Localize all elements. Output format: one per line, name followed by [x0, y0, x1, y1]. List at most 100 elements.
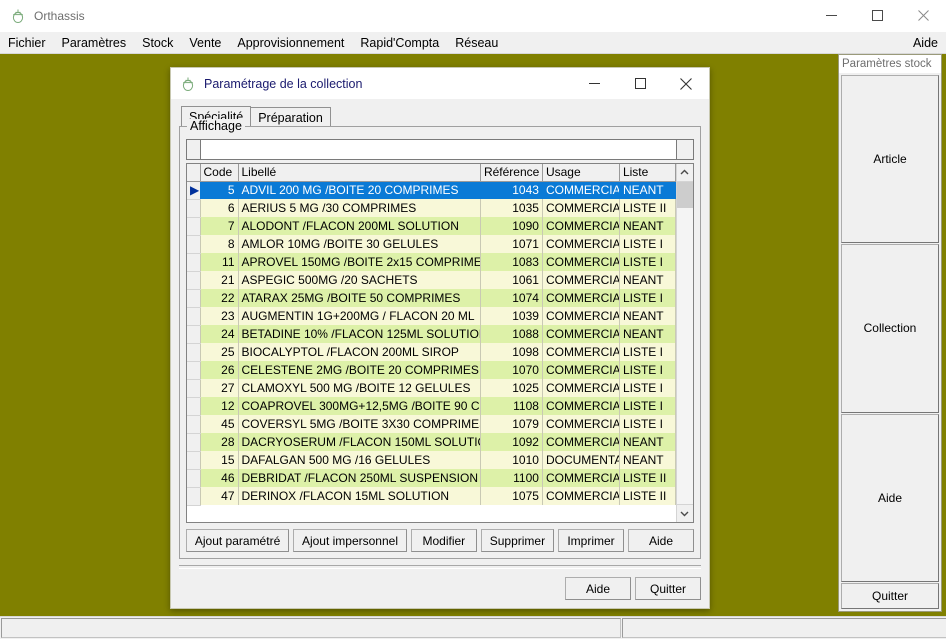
cell-usage: DOCUMENTAIRE: [542, 451, 620, 469]
side-button-quitter[interactable]: Quitter: [841, 582, 939, 609]
cell-reference: 1098: [480, 343, 543, 361]
cell-usage: COMMERCIAL: [542, 217, 620, 235]
filter-input[interactable]: [200, 139, 677, 160]
cell-marker: [187, 325, 201, 344]
main-titlebar: Orthassis: [0, 0, 946, 32]
cell-code: 27: [200, 379, 239, 397]
footer-quitter-button[interactable]: Quitter: [635, 577, 701, 600]
menu-item-stock[interactable]: Stock: [134, 34, 181, 52]
column-header-code[interactable]: Code: [200, 164, 239, 182]
grid-wrapper: Code Libellé Référence Usage Liste ▶ 5 ADV…: [186, 163, 694, 523]
menu-item-rapid-compta[interactable]: Rapid'Compta: [352, 34, 447, 52]
cell-libelle: CLAMOXYL 500 MG /BOITE 12 GELULES: [238, 379, 481, 397]
cell-marker: [187, 253, 201, 272]
table-row[interactable]: 8 AMLOR 10MG /BOITE 30 GELULES 1071 COMMERC…: [187, 235, 676, 254]
cell-code: 12: [200, 397, 239, 415]
table-row[interactable]: ▶ 5 ADVIL 200 MG /BOITE 20 COMPRIMES 1043 CO…: [187, 181, 676, 200]
cell-liste: LISTE I: [619, 253, 676, 271]
cell-libelle: ALODONT /FLACON 200ML SOLUTION: [238, 217, 481, 235]
ajout-impersonnel-button[interactable]: Ajout impersonnel: [293, 529, 407, 552]
action-button-row: Ajout paramétré Ajout impersonnel Modifi…: [186, 529, 694, 552]
table-row[interactable]: 11 APROVEL 150MG /BOITE 2x15 COMPRIMES 108…: [187, 253, 676, 272]
table-row[interactable]: 28 DACRYOSERUM /FLACON 150ML SOLUTION 1092…: [187, 433, 676, 452]
cell-liste: NEANT: [619, 271, 676, 289]
table-row[interactable]: 12COAPROVEL 300MG+12,5MG /BOITE 90 COMPR…: [187, 397, 676, 416]
imprimer-button[interactable]: Imprimer: [558, 529, 624, 552]
menubar: Fichier Paramètres Stock Vente Approvisi…: [0, 32, 946, 54]
cell-liste: NEANT: [619, 181, 676, 199]
scrollbar-track[interactable]: [676, 182, 693, 504]
table-row[interactable]: 24 BETADINE 10% /FLACON 125ML SOLUTION 108…: [187, 325, 676, 344]
menu-item-aide[interactable]: Aide: [905, 34, 946, 52]
ajout-parametre-button[interactable]: Ajout paramétré: [186, 529, 290, 552]
cell-code: 15: [200, 451, 239, 469]
cell-libelle: AUGMENTIN 1G+200MG / FLACON 20 ML: [238, 307, 481, 325]
table-row[interactable]: 27 CLAMOXYL 500 MG /BOITE 12 GELULES 1025 C…: [187, 379, 676, 398]
cell-reference: 1025: [480, 379, 543, 397]
maximize-icon[interactable]: [617, 68, 663, 99]
cell-reference: 1075: [480, 487, 543, 505]
table-row[interactable]: 15 DAFALGAN 500 MG /16 GELULES 1010 DOCUMEN…: [187, 451, 676, 470]
cell-libelle: BETADINE 10% /FLACON 125ML SOLUTION: [238, 325, 481, 343]
dialog-parametrage-collection: Paramétrage de la collection Spécialité …: [170, 67, 710, 609]
side-button-article[interactable]: Article: [841, 75, 939, 244]
menu-item-vente[interactable]: Vente: [181, 34, 229, 52]
table-row[interactable]: 22 ATARAX 25MG /BOITE 50 COMPRIMES 1074 COM…: [187, 289, 676, 308]
minimize-icon[interactable]: [571, 68, 617, 99]
aide-button[interactable]: Aide: [628, 529, 694, 552]
column-header-usage[interactable]: Usage: [542, 164, 620, 182]
footer-separator: [179, 565, 701, 569]
supprimer-button[interactable]: Supprimer: [480, 529, 554, 552]
cell-usage: COMMERCIAL: [542, 415, 620, 433]
cell-code: 7: [200, 217, 239, 235]
table-row[interactable]: 7 ALODONT /FLACON 200ML SOLUTION 1090 COMME…: [187, 217, 676, 236]
cell-reference: 1010: [480, 451, 543, 469]
column-header-liste[interactable]: Liste: [619, 164, 676, 182]
menu-item-parametres[interactable]: Paramètres: [54, 34, 135, 52]
table-row[interactable]: 46 DEBRIDAT /FLACON 250ML SUSPENSION 1100 C…: [187, 469, 676, 488]
table-row[interactable]: 21 ASPEGIC 500MG /20 SACHETS 1061 COMMERCIA…: [187, 271, 676, 290]
cell-usage: COMMERCIAL: [542, 433, 620, 451]
menu-item-reseau[interactable]: Réseau: [447, 34, 506, 52]
table-row[interactable]: 26 CELESTENE 2MG /BOITE 20 COMPRIMES 1070 C…: [187, 361, 676, 380]
status-cell-1: [1, 618, 621, 638]
table-row[interactable]: 47 DERINOX /FLACON 15ML SOLUTION 1075 COMME…: [187, 487, 676, 506]
minimize-icon[interactable]: [808, 0, 854, 31]
grid-vertical-scrollbar[interactable]: [675, 164, 693, 522]
filter-tail-spacer: [677, 139, 694, 160]
side-button-aide[interactable]: Aide: [841, 413, 939, 582]
close-icon[interactable]: [900, 0, 946, 31]
maximize-icon[interactable]: [854, 0, 900, 31]
cell-code: 5: [200, 181, 239, 199]
table-row[interactable]: 25 BIOCALYPTOL /FLACON 200ML SIROP 1098 COM…: [187, 343, 676, 362]
modifier-button[interactable]: Modifier: [410, 529, 477, 552]
cell-usage: COMMERCIAL: [542, 181, 620, 199]
statusbar: Parrain Orthassis Autre: [0, 616, 946, 639]
side-button-collection[interactable]: Collection: [841, 244, 939, 413]
cell-code: 45: [200, 415, 239, 433]
footer-aide-button[interactable]: Aide: [565, 577, 631, 600]
cell-libelle: DERINOX /FLACON 15ML SOLUTION: [238, 487, 481, 505]
cell-usage: COMMERCIAL: [542, 289, 620, 307]
column-header-reference[interactable]: Référence: [480, 164, 543, 182]
close-icon[interactable]: [663, 68, 709, 99]
cell-liste: NEANT: [619, 217, 676, 235]
column-header-libelle[interactable]: Libellé: [238, 164, 481, 182]
cell-reference: 1108: [480, 397, 543, 415]
tab-preparation[interactable]: Préparation: [250, 107, 331, 127]
cell-libelle: ASPEGIC 500MG /20 SACHETS: [238, 271, 481, 289]
menu-item-fichier[interactable]: Fichier: [0, 34, 54, 52]
table-row[interactable]: 6 AERIUS 5 MG /30 COMPRIMES 1035 COMMERCIAL…: [187, 199, 676, 218]
cell-code: 46: [200, 469, 239, 487]
cell-reference: 1090: [480, 217, 543, 235]
main-window: Orthassis Fichier Paramètres Stock Vente…: [0, 0, 946, 639]
chevron-down-icon[interactable]: [676, 504, 693, 522]
table-row[interactable]: 45 COVERSYL 5MG /BOITE 3X30 COMPRIMES 1079…: [187, 415, 676, 434]
cell-libelle: DAFALGAN 500 MG /16 GELULES: [238, 451, 481, 469]
scrollbar-thumb[interactable]: [676, 182, 693, 208]
chevron-up-icon[interactable]: [676, 164, 693, 182]
cell-marker: [187, 289, 201, 308]
cell-libelle: ATARAX 25MG /BOITE 50 COMPRIMES: [238, 289, 481, 307]
table-row[interactable]: 23 AUGMENTIN 1G+200MG / FLACON 20 ML 1039 C…: [187, 307, 676, 326]
menu-item-approvisionnement[interactable]: Approvisionnement: [229, 34, 352, 52]
